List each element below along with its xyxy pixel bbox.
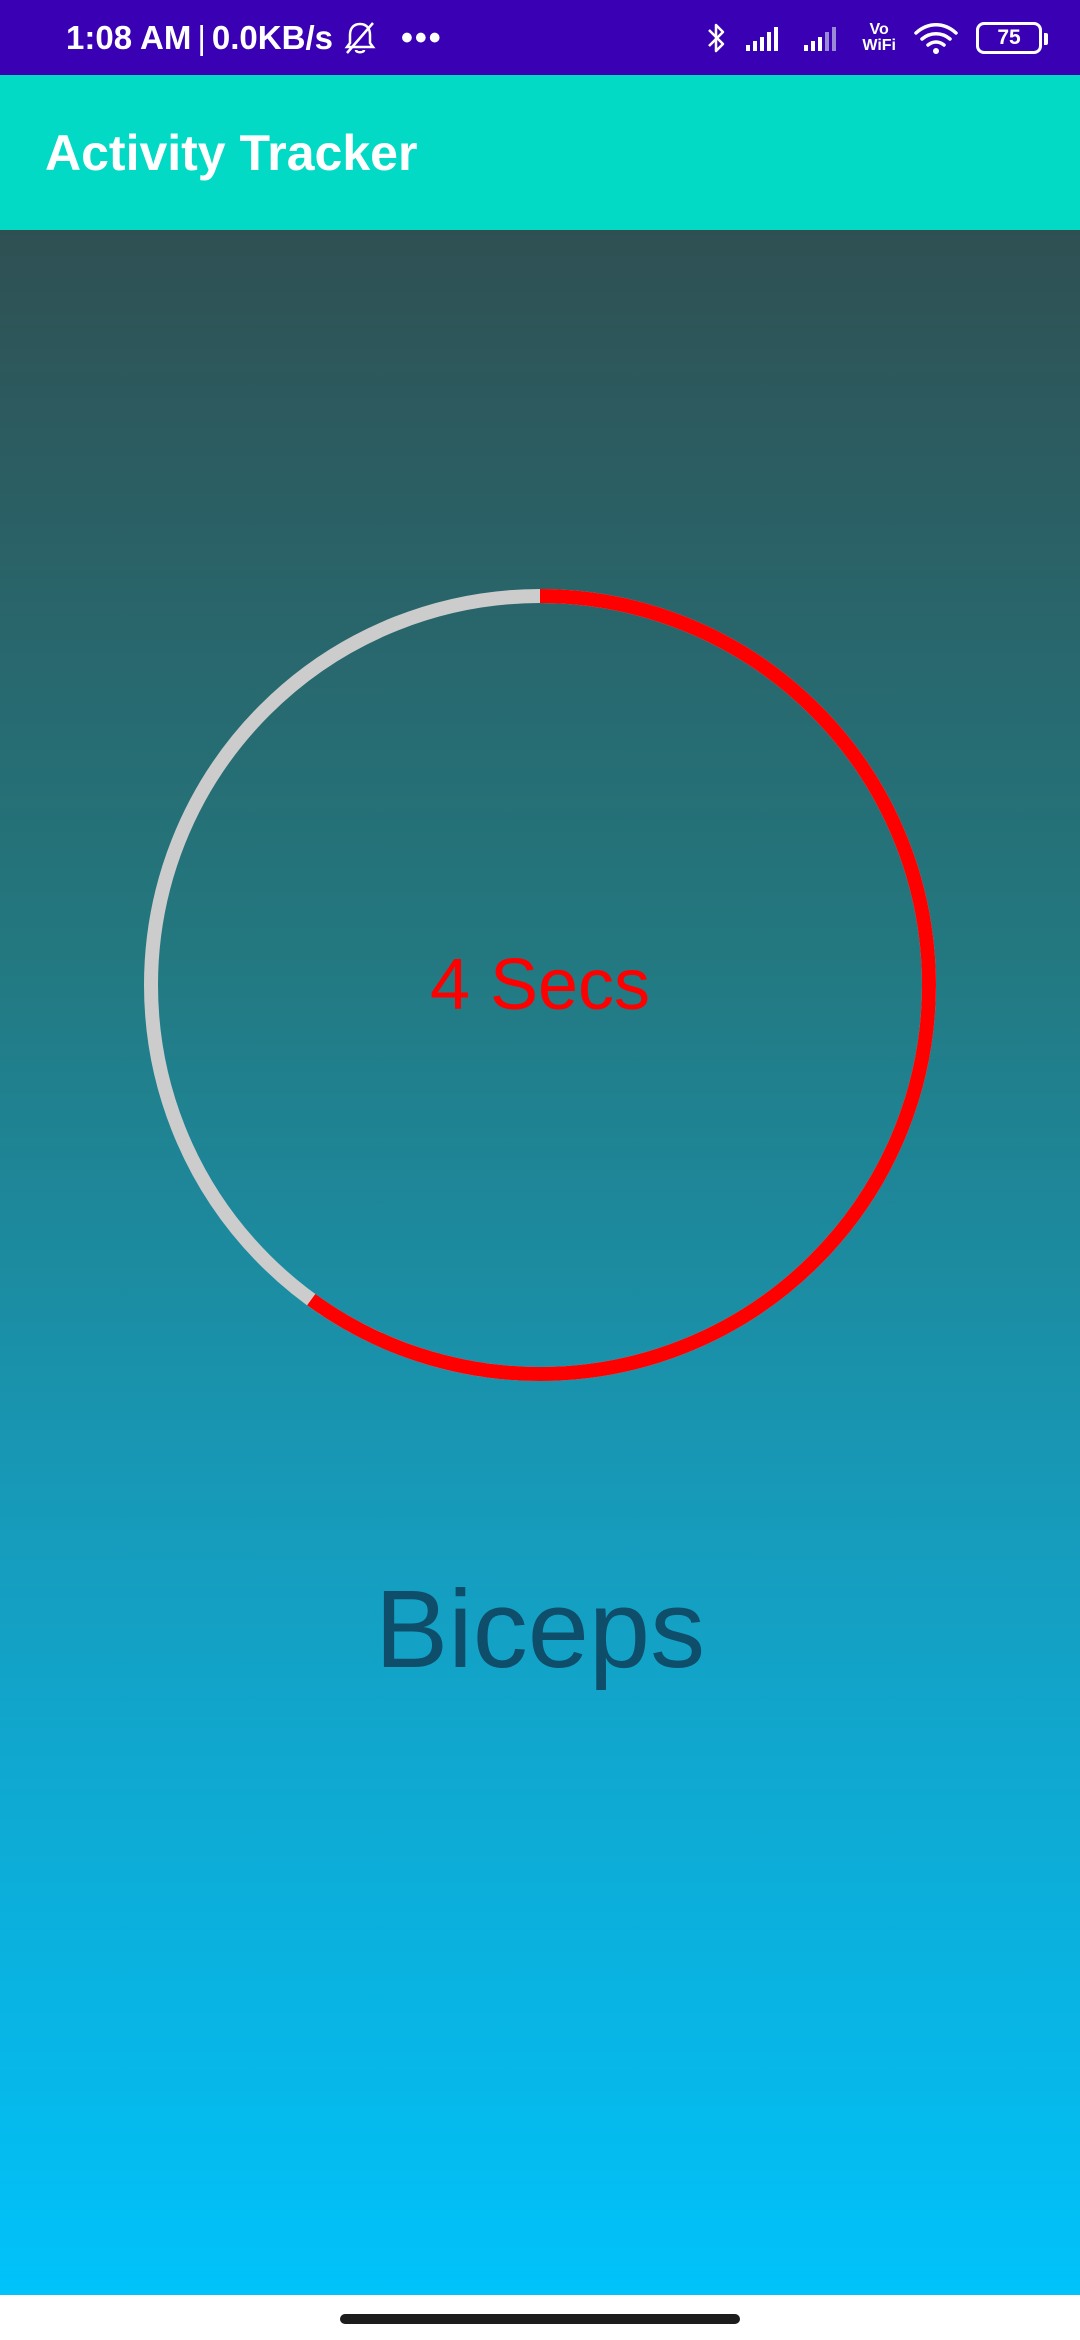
- status-bar: 1:08 AM | 0.0KB/s ••• Vo WiFi 75: [0, 0, 1080, 75]
- app-bar: Activity Tracker: [0, 75, 1080, 230]
- more-dots-icon: •••: [400, 18, 443, 57]
- vowifi-top: Vo: [869, 20, 889, 38]
- battery-icon: 75: [976, 21, 1048, 54]
- exercise-name: Biceps: [374, 1568, 706, 1691]
- timer-label: 4 Secs: [429, 945, 651, 1025]
- bell-off-icon: [344, 21, 376, 54]
- status-left: 1:08 AM | 0.0KB/s •••: [66, 0, 443, 75]
- wifi-icon: [914, 22, 958, 54]
- vowifi-bottom: WiFi: [862, 36, 896, 54]
- signal-icon: [746, 26, 779, 51]
- battery-level: 75: [997, 25, 1021, 49]
- navigation-bar: [0, 2295, 1080, 2340]
- signal-icon: [804, 26, 837, 51]
- status-net-speed: 0.0KB/s: [211, 18, 333, 56]
- bluetooth-icon: [708, 23, 725, 52]
- home-indicator[interactable]: [340, 2314, 740, 2324]
- status-time: 1:08 AM: [66, 18, 192, 56]
- status-right: Vo WiFi 75: [706, 0, 1048, 75]
- app-title: Activity Tracker: [45, 124, 418, 181]
- vowifi-icon: Vo WiFi: [862, 20, 896, 54]
- status-separator: |: [197, 18, 206, 56]
- exercise-screen: 4 Secs Biceps: [0, 230, 1080, 2295]
